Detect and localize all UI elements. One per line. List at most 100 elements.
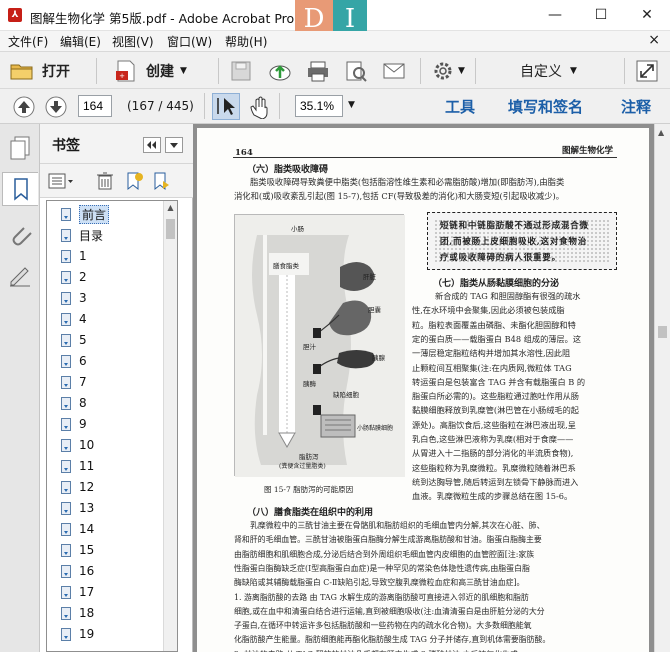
bookmark-icon <box>61 375 71 389</box>
paragraph-line: 化脂肪酸产生能量。脂肪细胞能再酯化脂肪酸生成 TAG 分子并储存,直到机体需要脂… <box>234 635 551 645</box>
bookmark-label: 目录 <box>79 228 104 243</box>
signature-icon[interactable] <box>8 264 32 288</box>
bookmark-item[interactable]: 13 <box>61 498 94 518</box>
scroll-up-icon[interactable]: ▲ <box>166 203 175 217</box>
bookmark-item[interactable]: 9 <box>61 414 87 434</box>
scroll-thumb[interactable] <box>166 219 175 239</box>
mail-icon <box>383 63 405 79</box>
paragraph-line: 脂蛋白所必需的)。这些脂粒通过胞吐作用从肠 <box>412 391 579 402</box>
figure-label: (粪便含过量脂类) <box>279 463 326 470</box>
bookmark-item[interactable]: 10 <box>61 435 94 455</box>
bookmark-item[interactable]: 目录 <box>61 225 103 245</box>
navigation-rail <box>0 124 40 652</box>
bookmark-label: 9 <box>79 417 87 431</box>
chevron-down-icon[interactable]: ▼ <box>348 100 355 110</box>
print-button[interactable] <box>306 58 330 84</box>
paragraph-line: 消化和(或)吸收紊乱引起(图 15-7),包括 CF(导致极差的消化)和大肠变短… <box>234 191 565 201</box>
bookmark-item[interactable]: 18 <box>61 603 94 623</box>
tools-link[interactable]: 工具 <box>445 96 475 117</box>
bookmark-icon <box>61 207 71 221</box>
bookmark-scrollbar[interactable]: ▲ <box>163 201 177 651</box>
bookmark-label: 11 <box>79 459 95 473</box>
fill-sign-link[interactable]: 填写和签名 <box>508 96 583 117</box>
customize-dropdown[interactable]: 自定义 ▼ <box>520 58 577 84</box>
email-button[interactable] <box>382 58 406 84</box>
close-button[interactable]: ✕ <box>624 0 670 31</box>
create-button[interactable]: + 创建 ▼ <box>114 58 187 84</box>
expand-icon <box>636 60 658 82</box>
find-button[interactable] <box>344 58 368 84</box>
bookmark-item[interactable]: 5 <box>61 330 87 350</box>
bookmark-item[interactable]: 8 <box>61 393 87 413</box>
fullscreen-button[interactable] <box>636 58 658 84</box>
bookmark-label: 17 <box>79 585 95 599</box>
delete-bookmark-icon[interactable] <box>96 171 114 191</box>
running-head: 图解生物化学 <box>562 146 614 156</box>
bookmark-icon <box>61 480 71 494</box>
paragraph-line: 源处)。高脂饮食后,这些脂粒在淋巴液出现,呈 <box>412 419 576 430</box>
save-button[interactable] <box>230 58 252 84</box>
expand-bookmark-icon[interactable] <box>151 171 171 191</box>
printer-icon <box>308 61 328 82</box>
comment-link[interactable]: 注释 <box>621 96 651 117</box>
bookmark-item[interactable]: 7 <box>61 372 87 392</box>
menu-view[interactable]: 视图(V) <box>112 33 154 50</box>
scroll-thumb[interactable] <box>658 326 667 338</box>
toolbar-separator <box>218 58 219 84</box>
bookmark-item[interactable]: 11 <box>61 456 94 476</box>
figure-15-7: 小肠 膳食脂类 肝脏 胆囊 胰腺 胆汁 胰酶 缺陷细胞 小肠黏膜细胞 脂肪泻 (… <box>234 214 405 477</box>
bookmark-item[interactable]: 3 <box>61 288 87 308</box>
scroll-up-icon[interactable]: ▲ <box>658 128 664 137</box>
title-bar: ⅄ 图解生物化学 第5版.pdf - Adobe Acrobat Pro D I… <box>0 0 670 38</box>
bookmark-icon <box>61 627 71 641</box>
bookmark-item[interactable]: 19 <box>61 624 94 644</box>
bookmark-item[interactable]: 16 <box>61 561 94 581</box>
settings-button[interactable]: ▼ <box>432 58 465 84</box>
bookmark-icon <box>61 438 71 452</box>
document-scrollbar[interactable]: ▲ <box>654 124 670 652</box>
zoom-input[interactable] <box>295 95 343 117</box>
menu-edit[interactable]: 编辑(E) <box>60 33 101 50</box>
bookmark-item[interactable]: 2 <box>61 267 87 287</box>
figure-label: 胰腺 <box>372 354 385 362</box>
bookmark-item[interactable]: 17 <box>61 582 94 602</box>
paragraph-line: 脂类吸收障碍导致粪便中脂类(包括脂溶性维生素和必需脂肪酸)增加(即脂肪泻),由脂… <box>250 177 565 187</box>
options-menu-icon[interactable] <box>165 137 183 153</box>
bookmarks-tab[interactable] <box>2 172 38 206</box>
bookmark-label: 10 <box>79 438 95 452</box>
menu-file[interactable]: 文件(F) <box>8 33 48 50</box>
close-document-icon[interactable]: × <box>648 32 660 48</box>
bookmark-icon <box>61 543 71 557</box>
figure-label: 脂肪泻 <box>299 453 319 461</box>
next-page-icon[interactable] <box>44 95 68 119</box>
menu-help[interactable]: 帮助(H) <box>225 33 267 50</box>
hand-icon[interactable] <box>247 95 271 119</box>
attachment-icon[interactable] <box>8 222 32 248</box>
upload-button[interactable] <box>268 58 292 84</box>
bookmark-icon <box>61 585 71 599</box>
document-view[interactable]: 164 图解生物化学 （六）脂类吸收障碍 脂类吸收障碍导致粪便中脂类(包括脂溶性… <box>193 124 654 652</box>
bookmark-item[interactable]: 1 <box>61 246 87 266</box>
paragraph-line: 性,在水环境中会聚集,因此必须被包装成脂 <box>412 305 565 316</box>
bookmark-options-icon[interactable] <box>48 172 74 190</box>
select-tool-button[interactable] <box>212 93 240 120</box>
minimize-button[interactable]: — <box>532 0 578 31</box>
bookmark-item[interactable]: 12 <box>61 477 94 497</box>
open-button[interactable]: 打开 <box>10 58 70 84</box>
bookmark-item[interactable]: 15 <box>61 540 94 560</box>
bookmark-item[interactable]: 6 <box>61 351 87 371</box>
menu-window[interactable]: 窗口(W) <box>167 33 212 50</box>
collapse-panel-icon[interactable] <box>143 137 161 153</box>
previous-page-icon[interactable] <box>12 95 36 119</box>
page-number-input[interactable] <box>78 95 112 117</box>
bookmark-item[interactable]: 前言 <box>61 204 110 224</box>
bookmark-item[interactable]: 4 <box>61 309 87 329</box>
bookmarks-panel: 书签 前言 目录 1 2 3 4 5 6 7 8 9 10 11 12 13 14 15 16 17 18 19 ▲ <box>40 124 193 652</box>
bookmark-icon <box>61 249 71 263</box>
maximize-button[interactable]: ☐ <box>578 0 624 31</box>
bookmark-item[interactable]: 14 <box>61 519 94 539</box>
paragraph-line: 肾和肝的毛细血管。三酰甘油被脂蛋白脂酶分解生成游离脂肪酸和甘油。脂蛋白脂酶主要 <box>234 535 542 545</box>
page-thumbnails-icon[interactable] <box>9 136 31 160</box>
new-bookmark-icon[interactable] <box>124 171 144 191</box>
bookmark-label: 2 <box>79 270 87 284</box>
